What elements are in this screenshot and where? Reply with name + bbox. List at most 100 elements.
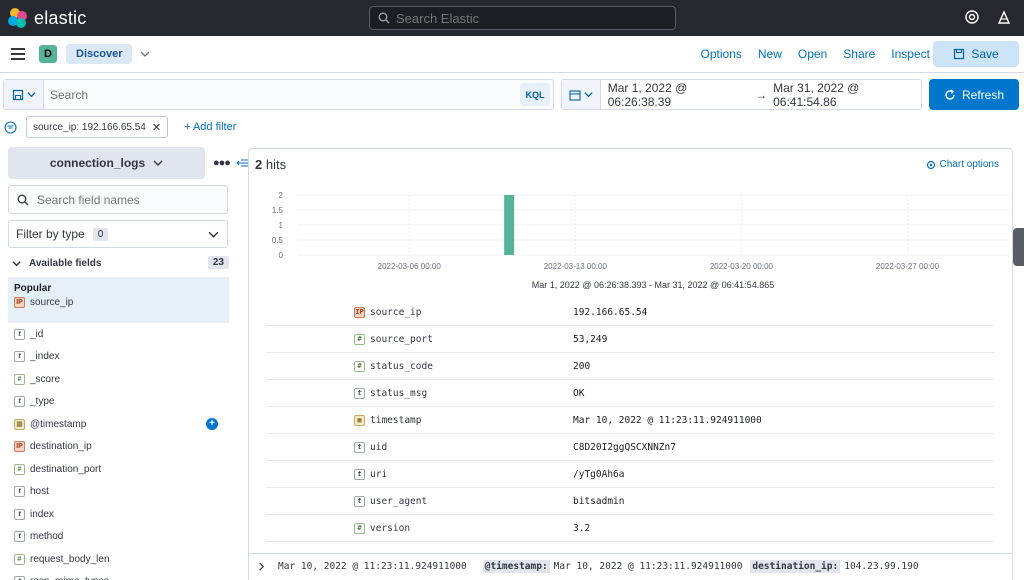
doc-field-row: t uid C8D20I2ggQSCXNNZn7: [266, 434, 994, 461]
close-icon[interactable]: ✕: [152, 121, 161, 134]
share-link[interactable]: Share: [843, 47, 875, 61]
collapse-sidebar-icon[interactable]: [236, 158, 248, 168]
brand-name: elastic: [34, 7, 87, 28]
field-item[interactable]: t _id: [14, 323, 228, 346]
doc-field-name: timestamp: [370, 414, 422, 426]
save-query-icon: [12, 89, 23, 100]
inspect-link[interactable]: Inspect: [891, 47, 930, 61]
newsfeed-icon[interactable]: [996, 9, 1012, 25]
filter-pill-label: source_ip: 192.166.65.54: [33, 121, 146, 133]
field-item[interactable]: IP destination_ip: [14, 436, 228, 459]
hits-number: 2: [255, 157, 263, 172]
space-avatar[interactable]: D: [39, 45, 57, 63]
elastic-logo[interactable]: elastic: [8, 8, 86, 29]
refresh-icon: [945, 89, 955, 100]
field-item[interactable]: t resp_mime_types: [14, 571, 228, 580]
more-options-icon[interactable]: ●●●: [213, 157, 231, 169]
field-item[interactable]: # _score: [14, 368, 228, 391]
new-link[interactable]: New: [758, 47, 782, 61]
add-field-icon[interactable]: +: [206, 418, 218, 430]
doc-field-name: uri: [370, 468, 388, 480]
string-field-icon: t: [14, 486, 25, 498]
global-search[interactable]: [369, 6, 676, 30]
field-item[interactable]: t index: [14, 503, 228, 526]
x-tick-label: 2022-03-06 00:00: [378, 262, 442, 271]
doc-field-value: /yTg0Ah6a: [573, 468, 625, 480]
save-button[interactable]: Save: [933, 41, 1019, 67]
breadcrumb-discover[interactable]: Discover: [66, 44, 133, 64]
string-field-icon: t: [14, 396, 25, 408]
field-list: t _id t _index # _score t _type ▦ @timestamp +…: [14, 323, 228, 580]
document-row[interactable]: Mar 10, 2022 @ 11:23:11.924911000 @times…: [249, 553, 1012, 579]
field-name: _score: [30, 373, 61, 385]
field-item[interactable]: # destination_port: [14, 458, 228, 481]
start-date[interactable]: Mar 1, 2022 @ 06:26:38.39: [608, 81, 749, 109]
search-icon: [378, 12, 390, 24]
doc-field-row: # version 3.2: [266, 515, 994, 542]
field-name: _type: [30, 396, 55, 408]
doc-field-row: # source_port 53,249: [266, 326, 994, 353]
results-panel: 2 hits Chart options 0 0.5 1 1.5 2 2022-03-06…: [248, 148, 1013, 580]
doc-field-value: bitsadmin: [573, 495, 625, 507]
timestamp-value: Mar 10, 2022 @ 11:23:11.924911000: [553, 561, 743, 572]
y-tick-label: 2: [279, 191, 284, 200]
save-label: Save: [971, 47, 999, 61]
query-input[interactable]: [44, 80, 517, 109]
doc-field-name: uid: [370, 441, 388, 453]
chart-options-button[interactable]: Chart options: [926, 159, 999, 170]
index-pattern-selector[interactable]: connection_logs: [8, 147, 205, 179]
kql-toggle[interactable]: KQL: [520, 83, 550, 106]
field-item-source-ip[interactable]: IP source_ip: [14, 294, 223, 310]
saved-query-button[interactable]: [4, 80, 44, 109]
global-search-input[interactable]: [396, 10, 656, 26]
string-field-icon: t: [354, 441, 365, 453]
filter-by-type[interactable]: Filter by type 0: [8, 220, 228, 248]
y-tick-label: 1.5: [272, 206, 284, 215]
chevron-down-icon[interactable]: [140, 49, 150, 59]
field-name: _id: [30, 328, 44, 340]
chevron-right-icon[interactable]: [257, 562, 266, 571]
search-icon: [17, 194, 29, 205]
add-filter-button[interactable]: + Add filter: [184, 121, 236, 133]
chevron-down-icon: [26, 92, 36, 98]
doc-field-name: user_agent: [370, 495, 428, 507]
date-field-icon: ▦: [354, 414, 365, 426]
field-search-input[interactable]: [37, 192, 217, 207]
help-icon[interactable]: [964, 9, 980, 25]
field-item[interactable]: t method: [14, 526, 228, 549]
number-field-icon: #: [14, 553, 25, 565]
field-name: request_body_len: [30, 553, 110, 565]
string-field-icon: t: [14, 328, 25, 340]
end-date[interactable]: Mar 31, 2022 @ 06:41:54.86: [773, 81, 921, 109]
quick-date-menu[interactable]: [562, 80, 601, 109]
document-time: Mar 10, 2022 @ 11:23:11.924911000: [278, 561, 467, 572]
field-item[interactable]: t _type: [14, 391, 228, 414]
refresh-button[interactable]: Refresh: [929, 79, 1019, 110]
field-search[interactable]: [8, 185, 228, 214]
chevron-down-icon: [584, 92, 593, 98]
menu-icon[interactable]: [11, 48, 25, 60]
open-link[interactable]: Open: [798, 47, 827, 61]
arrow-right-icon: →: [755, 87, 768, 102]
available-fields-header[interactable]: Available fields 23: [8, 255, 229, 272]
number-field-icon: #: [354, 522, 365, 534]
calendar-icon: [569, 89, 581, 101]
doc-field-value: C8D20I2ggQSCXNNZn7: [573, 441, 676, 453]
date-picker: Mar 1, 2022 @ 06:26:38.39 → Mar 31, 2022…: [561, 79, 922, 110]
filter-menu-icon[interactable]: [4, 120, 17, 134]
options-link[interactable]: Options: [701, 47, 742, 61]
field-item[interactable]: ▦ @timestamp +: [14, 413, 228, 436]
doc-field-value: 200: [573, 360, 591, 372]
x-axis-label: Mar 1, 2022 @ 06:26:38.393 - Mar 31, 202…: [532, 280, 774, 290]
histogram-bar: [504, 195, 515, 255]
field-name: index: [30, 508, 54, 520]
doc-field-name: source_port: [370, 333, 433, 345]
number-field-icon: #: [354, 360, 365, 372]
doc-field-name: status_msg: [370, 387, 428, 399]
sidebar-resize-handle[interactable]: [1013, 228, 1024, 266]
field-item[interactable]: t host: [14, 481, 228, 504]
filter-pill[interactable]: source_ip: 192.166.65.54 ✕: [26, 116, 169, 138]
field-item[interactable]: t _index: [14, 346, 228, 369]
app-header: D Discover Options New Open Share Inspec…: [0, 36, 1024, 73]
field-item[interactable]: # request_body_len: [14, 548, 228, 571]
